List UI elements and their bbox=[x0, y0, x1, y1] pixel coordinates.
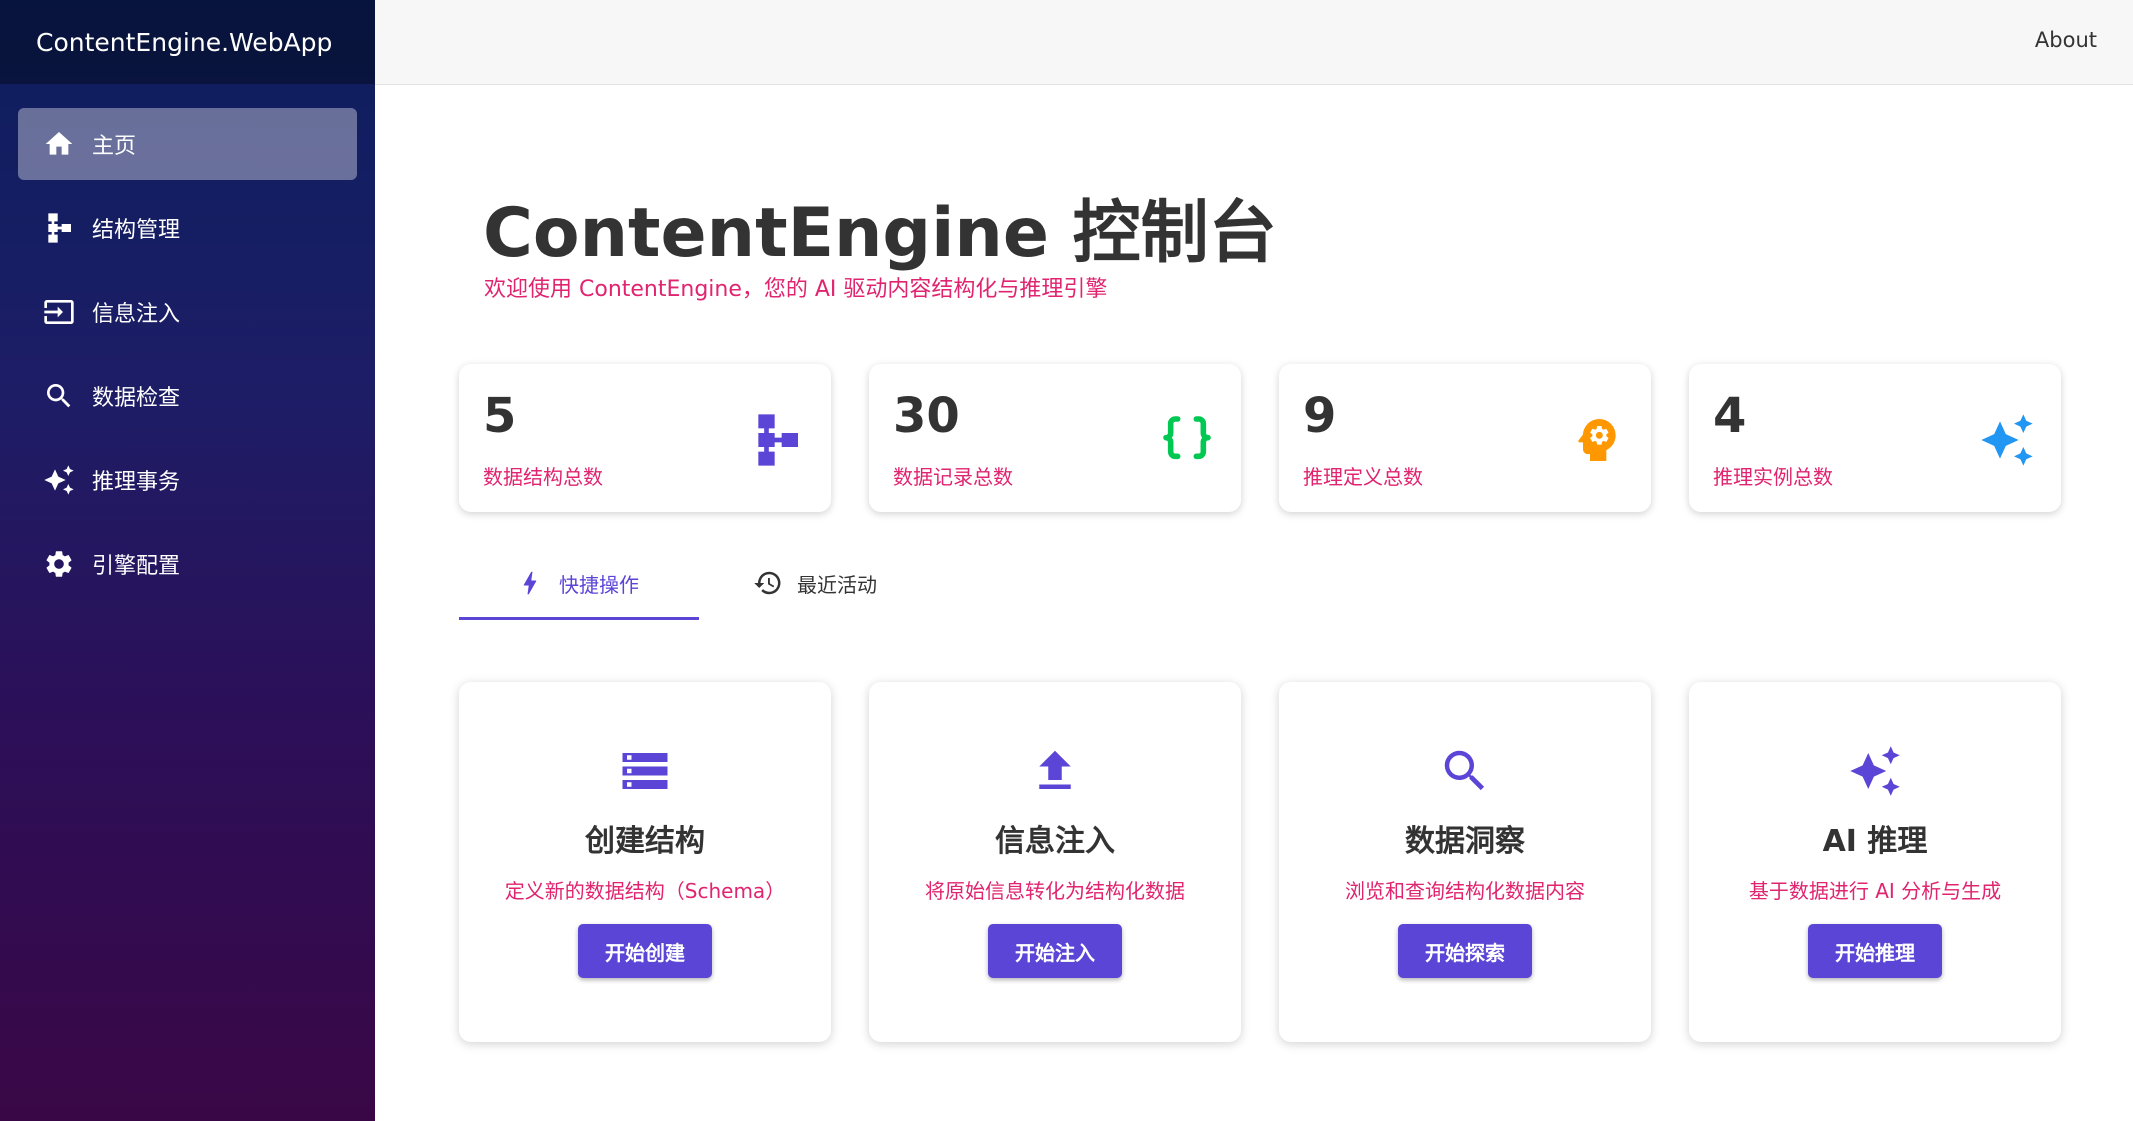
stat-card-reasoning-instances: 4 推理实例总数 bbox=[1689, 364, 2061, 512]
start-reasoning-button[interactable]: 开始推理 bbox=[1808, 924, 1942, 978]
tab-recent-activity[interactable]: 最近活动 bbox=[753, 558, 877, 608]
stat-label: 推理定义总数 bbox=[1303, 465, 1423, 489]
tab-label: 快捷操作 bbox=[559, 572, 639, 597]
start-ingest-button[interactable]: 开始注入 bbox=[988, 924, 1122, 978]
history-icon bbox=[754, 571, 781, 595]
card-title: 创建结构 bbox=[585, 824, 705, 859]
sidebar-item-home[interactable]: 主页 bbox=[18, 108, 357, 180]
tab-quick-actions[interactable]: 快捷操作 bbox=[515, 558, 639, 608]
stat-label: 数据记录总数 bbox=[893, 465, 1013, 489]
sidebar-item-label: 数据检查 bbox=[92, 386, 181, 411]
sidebar-item-label: 信息注入 bbox=[92, 302, 181, 327]
tab-label: 最近活动 bbox=[797, 572, 877, 597]
sparkle-icon bbox=[42, 463, 76, 497]
card-data-insight: 数据洞察 浏览和查询结构化数据内容 开始探索 bbox=[1279, 682, 1651, 1042]
start-create-button[interactable]: 开始创建 bbox=[578, 924, 712, 978]
storage-icon bbox=[622, 753, 668, 789]
schema-icon bbox=[758, 414, 798, 466]
sidebar-nav: 主页 结构管理 信息注入 数据检查 推理事务 引擎配置 bbox=[0, 84, 375, 600]
brand-title[interactable]: ContentEngine.WebApp bbox=[0, 0, 375, 84]
page-title: ContentEngine 控制台 bbox=[483, 194, 1277, 273]
stat-card-records: 30 数据记录总数 bbox=[869, 364, 1241, 512]
stat-value: 9 bbox=[1303, 388, 1337, 444]
sidebar-item-ingest[interactable]: 信息注入 bbox=[18, 276, 357, 348]
sidebar-item-reasoning[interactable]: 推理事务 bbox=[18, 444, 357, 516]
bolt-icon bbox=[523, 571, 537, 595]
sparkle-icon bbox=[1981, 414, 2033, 466]
schema-icon bbox=[42, 211, 76, 245]
card-title: 信息注入 bbox=[995, 824, 1115, 859]
sidebar-item-schema[interactable]: 结构管理 bbox=[18, 192, 357, 264]
active-tab-indicator bbox=[459, 617, 699, 620]
sidebar: ContentEngine.WebApp 主页 结构管理 信息注入 数据检查 推… bbox=[0, 0, 375, 1121]
card-create-schema: 创建结构 定义新的数据结构（Schema） 开始创建 bbox=[459, 682, 831, 1042]
card-description: 浏览和查询结构化数据内容 bbox=[1345, 879, 1585, 903]
upload-icon bbox=[1039, 750, 1071, 789]
card-description: 基于数据进行 AI 分析与生成 bbox=[1748, 879, 2002, 903]
sidebar-item-config[interactable]: 引擎配置 bbox=[18, 528, 357, 600]
home-icon bbox=[42, 127, 76, 161]
top-bar: About bbox=[375, 0, 2133, 85]
stat-label: 推理实例总数 bbox=[1713, 465, 1833, 489]
search-icon bbox=[1444, 750, 1485, 791]
stat-card-schemas: 5 数据结构总数 bbox=[459, 364, 831, 512]
search-icon bbox=[42, 379, 76, 413]
sidebar-item-inspect[interactable]: 数据检查 bbox=[18, 360, 357, 432]
card-description: 定义新的数据结构（Schema） bbox=[504, 879, 786, 903]
card-title: AI 推理 bbox=[1822, 824, 1928, 859]
page-subtitle: 欢迎使用 ContentEngine，您的 AI 驱动内容结构化与推理引擎 bbox=[484, 277, 1108, 302]
stat-value: 4 bbox=[1713, 388, 1747, 444]
stat-value: 5 bbox=[483, 388, 517, 444]
card-title: 数据洞察 bbox=[1405, 824, 1525, 859]
card-description: 将原始信息转化为结构化数据 bbox=[925, 879, 1185, 903]
sidebar-item-label: 主页 bbox=[92, 134, 137, 159]
braces-icon bbox=[1163, 416, 1211, 460]
sidebar-item-label: 引擎配置 bbox=[92, 554, 181, 579]
stat-value: 30 bbox=[893, 388, 960, 444]
start-explore-button[interactable]: 开始探索 bbox=[1398, 924, 1532, 978]
main-content: ContentEngine 控制台 欢迎使用 ContentEngine，您的 … bbox=[375, 85, 2133, 1121]
about-link[interactable]: About bbox=[2035, 28, 2097, 52]
input-icon bbox=[42, 295, 76, 329]
stat-label: 数据结构总数 bbox=[483, 465, 603, 489]
card-ingest: 信息注入 将原始信息转化为结构化数据 开始注入 bbox=[869, 682, 1241, 1042]
sparkle-icon bbox=[1850, 746, 1900, 796]
psychology-icon bbox=[1578, 419, 1616, 461]
sidebar-item-label: 推理事务 bbox=[92, 470, 181, 495]
gear-icon bbox=[42, 547, 76, 581]
card-ai-reasoning: AI 推理 基于数据进行 AI 分析与生成 开始推理 bbox=[1689, 682, 2061, 1042]
stat-card-reasoning-definitions: 9 推理定义总数 bbox=[1279, 364, 1651, 512]
sidebar-item-label: 结构管理 bbox=[92, 218, 181, 243]
